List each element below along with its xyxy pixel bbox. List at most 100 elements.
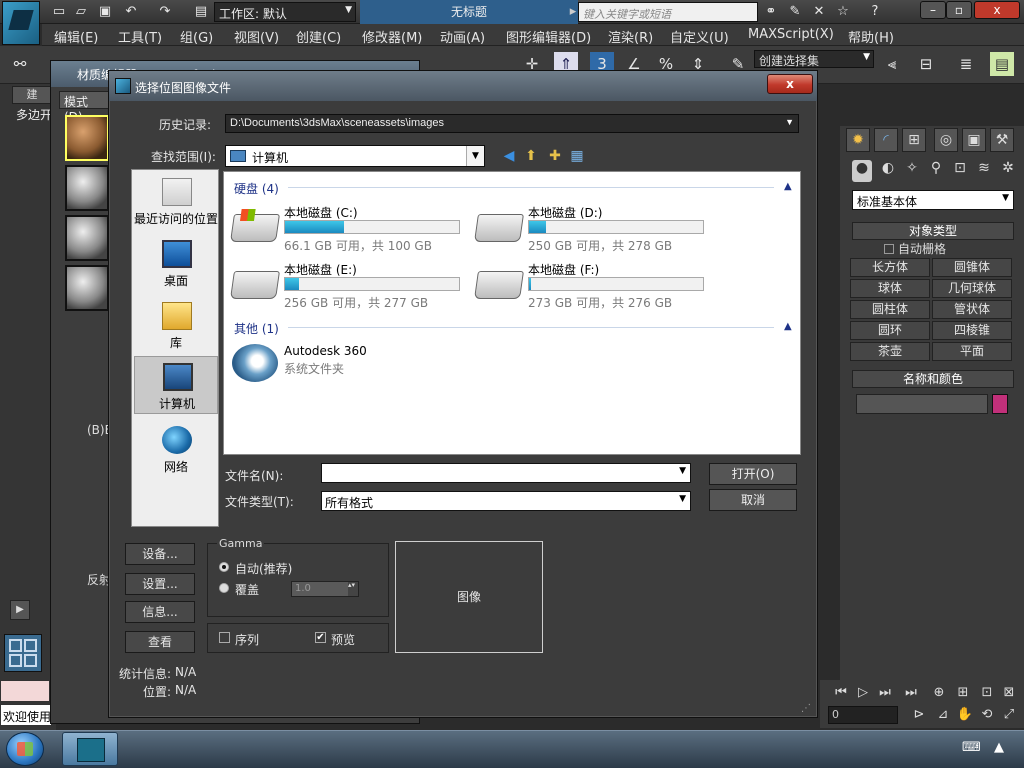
- hierarchy-tab-icon[interactable]: ⊞: [902, 128, 926, 152]
- open-icon[interactable]: ▱: [72, 3, 90, 21]
- box-button[interactable]: 长方体: [850, 258, 930, 277]
- name-color-rollout[interactable]: 名称和颜色: [852, 370, 1014, 388]
- file-list[interactable]: 硬盘 (4) ▲ 本地磁盘 (C:) 66.1 GB 可用，共 100 GB 本…: [223, 171, 801, 455]
- gamma-override-radio[interactable]: [219, 583, 229, 593]
- up-folder-icon[interactable]: ⬆: [521, 147, 541, 165]
- ribbon-tab[interactable]: 建: [12, 86, 52, 104]
- collapse-icon[interactable]: ▲: [784, 321, 792, 332]
- menu-group[interactable]: 组(G): [180, 27, 213, 46]
- create-tab-icon[interactable]: ✹: [846, 128, 870, 152]
- new-icon[interactable]: ▭: [50, 3, 68, 21]
- chevron-down-icon[interactable]: ▼: [466, 146, 484, 166]
- tray-arrow-icon[interactable]: ▲: [994, 740, 1004, 755]
- teapot-button[interactable]: 茶壶: [850, 342, 930, 361]
- view-button[interactable]: 查看: [125, 631, 195, 653]
- next-frame-icon[interactable]: ⏭: [876, 684, 894, 702]
- menu-help[interactable]: 帮助(H): [848, 27, 894, 46]
- layer-icon[interactable]: ≣: [954, 52, 978, 76]
- app-logo[interactable]: [2, 1, 40, 45]
- preview-checkbox[interactable]: ✔: [315, 632, 326, 643]
- frame-input[interactable]: 0: [828, 706, 898, 724]
- filename-input[interactable]: [321, 463, 691, 483]
- prev-frame-icon[interactable]: ⏮: [832, 684, 850, 702]
- modify-tab-icon[interactable]: ◜: [874, 128, 898, 152]
- utilities-tab-icon[interactable]: ⚒: [990, 128, 1014, 152]
- motion-tab-icon[interactable]: ◎: [934, 128, 958, 152]
- maximize-button[interactable]: ▫: [946, 1, 972, 19]
- sphere-button[interactable]: 球体: [850, 279, 930, 298]
- helpers-icon[interactable]: ⊡: [950, 160, 970, 182]
- viewport-layout-button[interactable]: [4, 634, 42, 672]
- favorite-icon[interactable]: ☆: [834, 3, 852, 21]
- object-type-rollout[interactable]: 对象类型: [852, 222, 1014, 240]
- minimize-button[interactable]: –: [920, 1, 946, 19]
- zoom-extents-icon[interactable]: ⊡: [978, 684, 996, 702]
- drive-item[interactable]: 本地磁盘 (E:) 256 GB 可用，共 277 GB: [230, 261, 472, 311]
- primitive-category-select[interactable]: 标准基本体: [852, 190, 1014, 210]
- place-recent[interactable]: 最近访问的位置: [134, 172, 218, 230]
- geometry-icon[interactable]: ●: [852, 160, 872, 182]
- cancel-button[interactable]: 取消: [709, 489, 797, 511]
- taskbar-3dsmax-button[interactable]: [62, 732, 118, 766]
- shapes-icon[interactable]: ◐: [878, 160, 898, 182]
- group-header-drives[interactable]: 硬盘 (4): [234, 180, 279, 197]
- cameras-icon[interactable]: ⚲: [926, 160, 946, 182]
- key-mode-icon[interactable]: ⊳: [910, 706, 928, 724]
- binoculars-icon[interactable]: ⚭: [762, 3, 780, 21]
- expand-button[interactable]: ▶: [10, 600, 30, 620]
- zoom-icon[interactable]: ⊕: [930, 684, 948, 702]
- save-icon[interactable]: ▣: [96, 3, 114, 21]
- material-sample-slot[interactable]: [65, 265, 109, 311]
- back-icon[interactable]: ◀: [499, 147, 519, 165]
- geosphere-button[interactable]: 几何球体: [932, 279, 1012, 298]
- app-close-button[interactable]: x: [974, 1, 1020, 19]
- orbit-icon[interactable]: ⟲: [978, 706, 996, 724]
- drive-item[interactable]: 本地磁盘 (F:) 273 GB 可用，共 276 GB: [474, 261, 716, 311]
- display-tab-icon[interactable]: ▣: [962, 128, 986, 152]
- autodesk360-item[interactable]: Autodesk 360 系统文件夹: [232, 342, 432, 386]
- tube-button[interactable]: 管状体: [932, 300, 1012, 319]
- drive-item[interactable]: 本地磁盘 (D:) 250 GB 可用，共 278 GB: [474, 204, 716, 254]
- spacewarps-icon[interactable]: ≋: [974, 160, 994, 182]
- open-button[interactable]: 打开(O): [709, 463, 797, 485]
- search-input[interactable]: 键入关键字或短语: [578, 2, 758, 22]
- object-color-swatch[interactable]: [992, 394, 1008, 414]
- help-icon[interactable]: ?: [866, 3, 884, 21]
- link-icon[interactable]: ⚯: [8, 52, 32, 76]
- lights-icon[interactable]: ✧: [902, 160, 922, 182]
- project-icon[interactable]: ▤: [192, 3, 210, 21]
- menu-views[interactable]: 视图(V): [234, 27, 279, 46]
- filetype-select[interactable]: 所有格式: [321, 491, 691, 511]
- menu-animation[interactable]: 动画(A): [440, 27, 485, 46]
- material-mode-menu[interactable]: 模式(D): [59, 91, 109, 124]
- view-menu-icon[interactable]: ▦: [567, 147, 587, 165]
- cone-button[interactable]: 圆锥体: [932, 258, 1012, 277]
- mirror-icon[interactable]: ⫷: [880, 52, 904, 76]
- menu-graph-editors[interactable]: 图形编辑器(D): [506, 27, 591, 46]
- object-name-input[interactable]: [856, 394, 988, 414]
- pyramid-button[interactable]: 四棱锥: [932, 321, 1012, 340]
- gamma-auto-radio[interactable]: [219, 562, 229, 572]
- exchange-icon[interactable]: ✕: [810, 3, 828, 21]
- redo-icon[interactable]: ↷: [156, 3, 174, 21]
- material-sample-slot[interactable]: [65, 115, 109, 161]
- start-button[interactable]: [6, 732, 44, 766]
- goto-end-icon[interactable]: ⏭: [902, 684, 920, 702]
- sequence-checkbox[interactable]: [219, 632, 230, 643]
- info-button[interactable]: 信息...: [125, 601, 195, 623]
- maximize-viewport-icon[interactable]: ⤢: [1000, 706, 1018, 724]
- plane-button[interactable]: 平面: [932, 342, 1012, 361]
- gamma-value-spinner[interactable]: 1.0: [291, 581, 359, 597]
- collapse-icon[interactable]: ▲: [784, 181, 792, 192]
- lookin-combo[interactable]: 计算机 ▼: [225, 145, 485, 167]
- group-header-other[interactable]: 其他 (1): [234, 320, 279, 337]
- zoom-all-icon[interactable]: ⊞: [954, 684, 972, 702]
- resize-grip-icon[interactable]: ⋰: [801, 703, 813, 715]
- torus-button[interactable]: 圆环: [850, 321, 930, 340]
- place-libraries[interactable]: 库: [134, 296, 218, 354]
- settings-button[interactable]: 设置...: [125, 573, 195, 595]
- new-folder-icon[interactable]: ✚: [545, 147, 565, 165]
- place-network[interactable]: 网络: [134, 420, 218, 478]
- workspace-select[interactable]: 工作区: 默认: [214, 2, 356, 22]
- material-sample-slot[interactable]: [65, 215, 109, 261]
